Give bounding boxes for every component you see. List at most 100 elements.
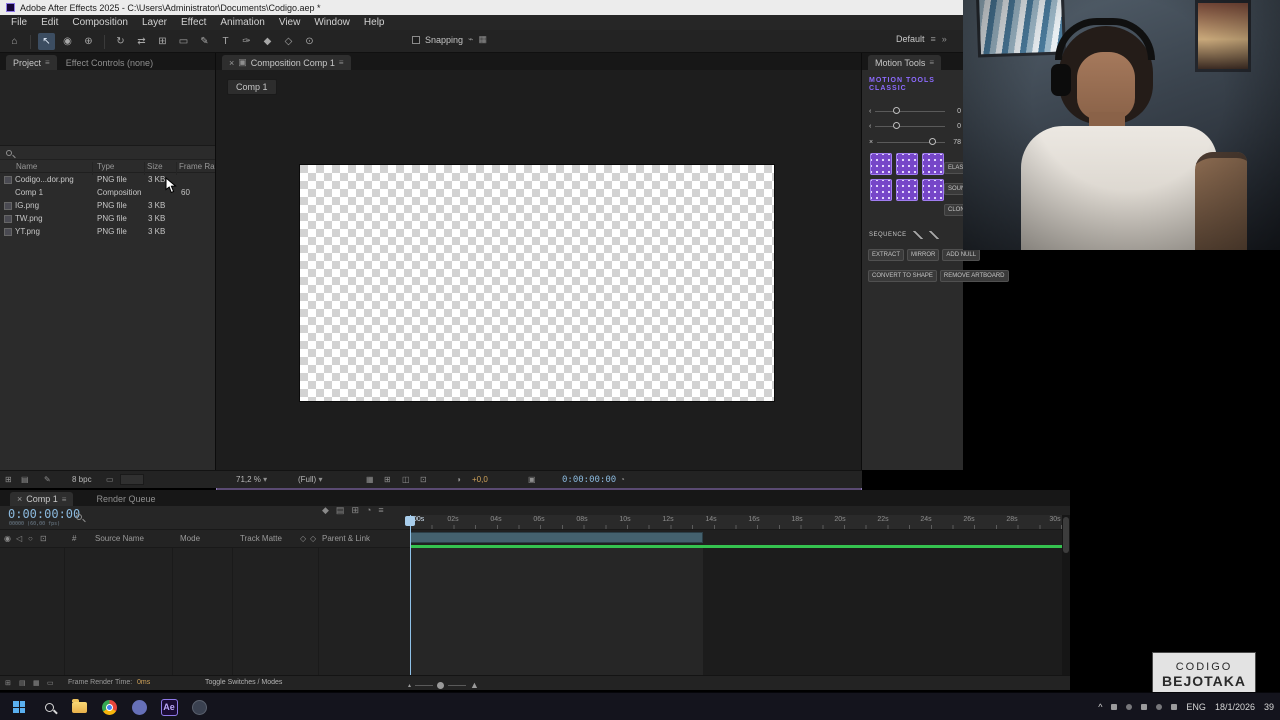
menu-item-view[interactable]: View [272,17,308,28]
close-icon[interactable]: × [17,494,22,504]
project-row[interactable]: TW.png PNG file 3 KB [0,212,215,225]
camera-tool-icon[interactable]: ⇄ [133,33,150,50]
workspace-selector[interactable]: Default [896,34,925,44]
region-of-interest-icon[interactable]: ⊡ [420,475,427,484]
eraser-tool-icon[interactable]: ◇ [280,33,297,50]
project-list-icon[interactable]: ▤ [21,475,29,484]
video-eye-icon[interactable]: ◉ [4,534,11,543]
scrollbar-thumb[interactable] [1063,517,1069,553]
panel-menu-icon[interactable]: ≡ [339,58,344,67]
bpc-button[interactable]: 8 bpc [72,475,92,484]
motion-blur-icon[interactable]: ◔ [366,505,371,516]
after-effects-button[interactable]: Ae [158,696,180,718]
interpret-footage-icon[interactable]: ✎ [44,475,51,484]
pen-tool-icon[interactable]: ✎ [196,33,213,50]
transparency-grid-icon[interactable]: ⊞ [384,475,391,484]
playhead-grabber[interactable] [405,516,415,526]
rotate-tool-icon[interactable]: ↻ [112,33,129,50]
discord-button[interactable] [128,696,150,718]
shape-tool-icon[interactable]: ▭ [175,33,192,50]
chevron-left-icon[interactable]: ‹ [869,123,871,130]
col-source-name[interactable]: Source Name [95,534,144,543]
tab-render-queue[interactable]: Render Queue [89,492,162,506]
slider-knob[interactable] [893,106,901,114]
project-row[interactable]: YT.png PNG file 3 KB [0,225,215,238]
col-number[interactable]: # [72,534,76,543]
language-indicator[interactable]: ENG [1186,702,1206,712]
workspace-menu-icon[interactable]: ≡ [931,34,936,44]
menu-item-composition[interactable]: Composition [65,17,135,28]
panel-menu-icon[interactable]: ≡ [929,58,934,67]
timeline-body[interactable] [0,548,1062,675]
time-ruler[interactable]: :00s 02s 04s 06s 08s 10s 12s 14s 16s 18s… [410,515,1062,530]
hand-tool-icon[interactable]: ◉ [59,33,76,50]
tray-app-icon[interactable] [1141,704,1148,710]
panel-menu-icon[interactable]: ≡ [45,58,50,67]
mirror-button[interactable]: MIRROR [907,249,940,261]
zoom-in-icon[interactable]: ▲ [470,680,479,690]
comp-mini-flowchart-chip[interactable]: Comp 1 [227,79,277,95]
work-area-bar[interactable] [410,532,703,543]
resolution-dropdown[interactable]: (Full) ▾ [298,475,322,484]
composition-canvas[interactable] [300,165,774,401]
close-icon[interactable]: × [229,58,234,68]
col-track-matte[interactable]: Track Matte [240,534,282,543]
pen-a-icon[interactable] [912,231,923,239]
project-row[interactable]: Comp 1 Composition 60 [0,186,862,656]
selection-tool-icon[interactable]: ↖ [38,33,55,50]
network-icon[interactable] [1156,704,1163,710]
col-type[interactable]: Type [97,162,114,171]
audio-icon[interactable]: ◁ [16,534,22,543]
preset-cell[interactable] [870,153,892,175]
project-row[interactable]: Codigo...dor.png PNG file 3 KB [0,173,215,186]
convert-to-shape-button[interactable]: CONVERT TO SHAPE [868,270,937,282]
col-name[interactable]: Name [16,162,37,171]
expand-a-icon[interactable]: ⊞ [5,679,11,687]
extract-button[interactable]: EXTRACT [868,249,905,261]
draft3d-icon[interactable]: ▤ [336,505,345,516]
tab-composition[interactable]: × ▣ Composition Comp 1 ≡ [222,55,351,70]
frame-blend-icon[interactable]: ⊞ [351,505,359,516]
volume-icon[interactable] [1171,704,1178,710]
zoom-slider-knob[interactable] [437,681,445,689]
app-button[interactable] [188,696,210,718]
tray-overflow-chevron[interactable]: ^ [1098,702,1102,712]
solo-icon[interactable]: ○ [28,534,33,543]
chevron-left-icon[interactable]: ‹ [869,108,871,115]
panel-menu-icon[interactable]: ≡ [62,495,67,504]
add-null-button[interactable]: ADD NULL [942,249,981,261]
menu-item-edit[interactable]: Edit [34,17,65,28]
file-explorer-button[interactable] [68,696,90,718]
viewer-timecode[interactable]: 0:00:00:00 [562,475,616,485]
col-size[interactable]: Size [147,162,163,171]
composition-mini-icon[interactable]: ◆ [322,505,329,516]
brush-tool-icon[interactable]: ✑ [238,33,255,50]
preset-cell[interactable] [922,153,944,175]
menu-item-file[interactable]: File [4,17,34,28]
link-icon[interactable]: ◇ [310,534,316,543]
project-row[interactable]: IG.png PNG file 3 KB [0,199,215,212]
pen-b-icon[interactable] [928,231,939,239]
tray-app-icon[interactable] [1111,704,1118,710]
lock-icon[interactable]: ⊡ [40,534,47,543]
current-timecode[interactable]: 0:00:00:00 [8,507,80,521]
expand-b-icon[interactable]: ▤ [19,679,26,687]
col-frame-rate[interactable]: Frame Ra [179,162,215,171]
channel-icon[interactable]: ◑ [456,475,461,484]
slider-knob[interactable] [893,121,901,129]
expand-c-icon[interactable]: ▦ [33,679,40,687]
magnification-dropdown[interactable]: 71,2 % ▾ [236,475,267,484]
comp-duration-region[interactable] [410,548,703,675]
project-search[interactable] [0,146,215,160]
timeline-scrollbar[interactable] [1062,515,1070,675]
zoom-tool-icon[interactable]: ⊕ [80,33,97,50]
col-parent-link[interactable]: Parent & Link [322,534,370,543]
menu-item-layer[interactable]: Layer [135,17,174,28]
menu-item-window[interactable]: Window [307,17,357,28]
puppet-tool-icon[interactable]: ⊙ [301,33,318,50]
toggle-switches-button[interactable]: Toggle Switches / Modes [205,679,282,686]
layer-list-area[interactable] [0,548,410,675]
exposure-control[interactable]: +0,0 [472,475,488,484]
snapping-checkbox[interactable] [412,35,420,44]
mask-visibility-icon[interactable]: ◫ [402,475,410,484]
